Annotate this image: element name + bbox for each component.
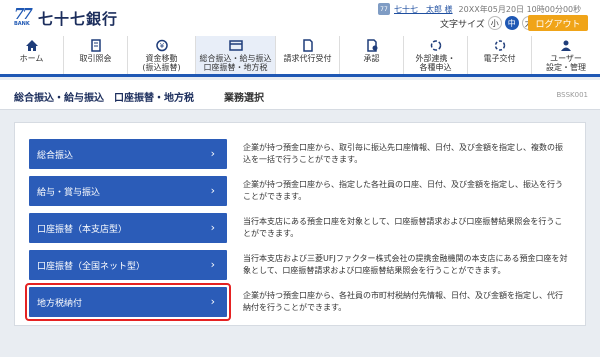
page-title: 総合振込・給与振込 口座振替・地方税 [14,93,194,104]
menu-row: 給与・賞与振込 › 企業が持つ預金口座から、指定した各社員の口座、日付、及び金額… [29,176,569,206]
font-size-small-button[interactable]: 小 [487,16,502,30]
font-size-medium-button[interactable]: 中 [504,16,519,30]
user-badge-icon: 77 [378,3,390,15]
nav-user-settings[interactable]: ユーザー 設定・管理 [532,36,600,74]
nav-home[interactable]: ホーム [0,36,64,74]
button-label: 総合振込 [37,150,74,161]
file-icon [302,39,313,52]
nav-approval[interactable]: 承認 [340,36,404,74]
card-icon [228,40,243,51]
mail-icon [494,40,505,51]
chevron-right-icon: › [210,258,215,271]
user-name-link[interactable]: 七十七 太郎 様 [394,4,453,15]
header: 77 BANK 七十七銀行 77 七十七 太郎 様 20XX年05月20日 10… [0,0,600,36]
font-size-selector: 文字サイズ 小 中 大 [440,16,536,30]
button-label: 口座振替（本支店型） [37,224,128,235]
document-list-icon [90,39,101,52]
nav-label: 承認 [363,54,380,63]
nav-label: 取引照会 [79,54,112,63]
menu-row: 総合振込 › 企業が持つ預金口座から、取引毎に振込先口座情報、日付、及び金額を指… [29,139,569,169]
bulk-transfer-button[interactable]: 総合振込 › [29,139,227,169]
chevron-right-icon: › [210,295,215,308]
menu-panel: 総合振込 › 企業が持つ預金口座から、取引毎に振込先口座情報、日付、及び金額を指… [14,122,586,326]
nav-label: 電子交付 [483,54,516,63]
bank-logo[interactable]: 77 BANK 七十七銀行 [14,7,118,29]
logo-mark: 77 BANK [14,7,34,29]
chevron-right-icon: › [210,221,215,234]
menu-description: 企業が持つ預金口座から、指定した各社員の口座、日付、及び金額を指定し、振込を行う… [243,180,563,201]
approve-icon [366,39,377,52]
button-label: 口座振替（全国ネット型） [37,261,146,272]
menu-row: 口座振替（本支店型） › 当行本支店にある預金口座を対象として、口座振替請求およ… [29,213,569,243]
breadcrumb: 総合振込・給与振込 口座振替・地方税 業務選択 BSSK001 [0,80,600,110]
user-settings-icon [561,40,571,51]
account-transfer-national-button[interactable]: 口座振替（全国ネット型） › [29,250,227,280]
svg-text:¥: ¥ [159,42,164,50]
payroll-transfer-button[interactable]: 給与・賞与振込 › [29,176,227,206]
nav-billing-agency[interactable]: 請求代行受付 [276,36,340,74]
user-info: 77 七十七 太郎 様 20XX年05月20日 10時00分00秒 [378,3,581,15]
main-nav: ホーム 取引照会 ¥ 資金移動 (振込振替) 総合振込・給与振込 口座振替・地方… [0,36,600,77]
logo-number: 77 [14,5,33,23]
nav-label: 外部連携・ 各種申込 [415,54,456,72]
nav-label: ホーム [19,54,44,63]
nav-label: ユーザー 設定・管理 [546,54,586,72]
button-label: 地方税納付 [37,298,83,309]
local-tax-payment-button[interactable]: 地方税納付 › [29,287,227,317]
button-label: 給与・賞与振込 [37,187,101,198]
nav-label: 請求代行受付 [283,54,332,63]
nav-external-link[interactable]: 外部連携・ 各種申込 [404,36,468,74]
font-size-label: 文字サイズ [440,19,485,30]
menu-description: 当行本支店および三菱UFJファクター株式会社の提携金融機関の本支店にある預金口座… [243,254,568,275]
screen-id: BSSK001 [556,91,588,99]
money-transfer-icon: ¥ [155,39,168,52]
menu-description: 当行本支店にある預金口座を対象として、口座振替請求および口座振替結果照会を行うこ… [243,217,563,238]
nav-fund-transfer[interactable]: ¥ 資金移動 (振込振替) [128,36,196,74]
menu-row: 口座振替（全国ネット型） › 当行本支店および三菱UFJファクター株式会社の提携… [29,250,569,280]
logout-button[interactable]: ログアウト [528,15,588,31]
link-icon [430,40,441,51]
nav-bulk-transfer[interactable]: 総合振込・給与振込 口座振替・地方税 [196,36,276,74]
menu-description: 企業が持つ預金口座から、各社員の市町村税納付先情報、日付、及び金額を指定し、代行… [243,291,563,312]
chevron-right-icon: › [210,184,215,197]
bank-name: 七十七銀行 [38,9,119,28]
nav-label: 総合振込・給与振込 口座振替・地方税 [199,54,272,72]
account-transfer-branch-button[interactable]: 口座振替（本支店型） › [29,213,227,243]
nav-label: 資金移動 (振込振替) [142,54,181,72]
home-icon [25,40,38,51]
menu-row: 地方税納付 › 企業が持つ預金口座から、各社員の市町村税納付先情報、日付、及び金… [25,283,569,321]
page-subtitle: 業務選択 [224,93,264,104]
last-login: 20XX年05月20日 10時00分00秒 [458,4,582,14]
chevron-right-icon: › [210,147,215,160]
nav-electronic-delivery[interactable]: 電子交付 [468,36,532,74]
logo-sub: BANK [14,21,30,27]
nav-transaction-inquiry[interactable]: 取引照会 [64,36,128,74]
menu-description: 企業が持つ預金口座から、取引毎に振込先口座情報、日付、及び金額を指定し、複数の振… [243,143,563,164]
